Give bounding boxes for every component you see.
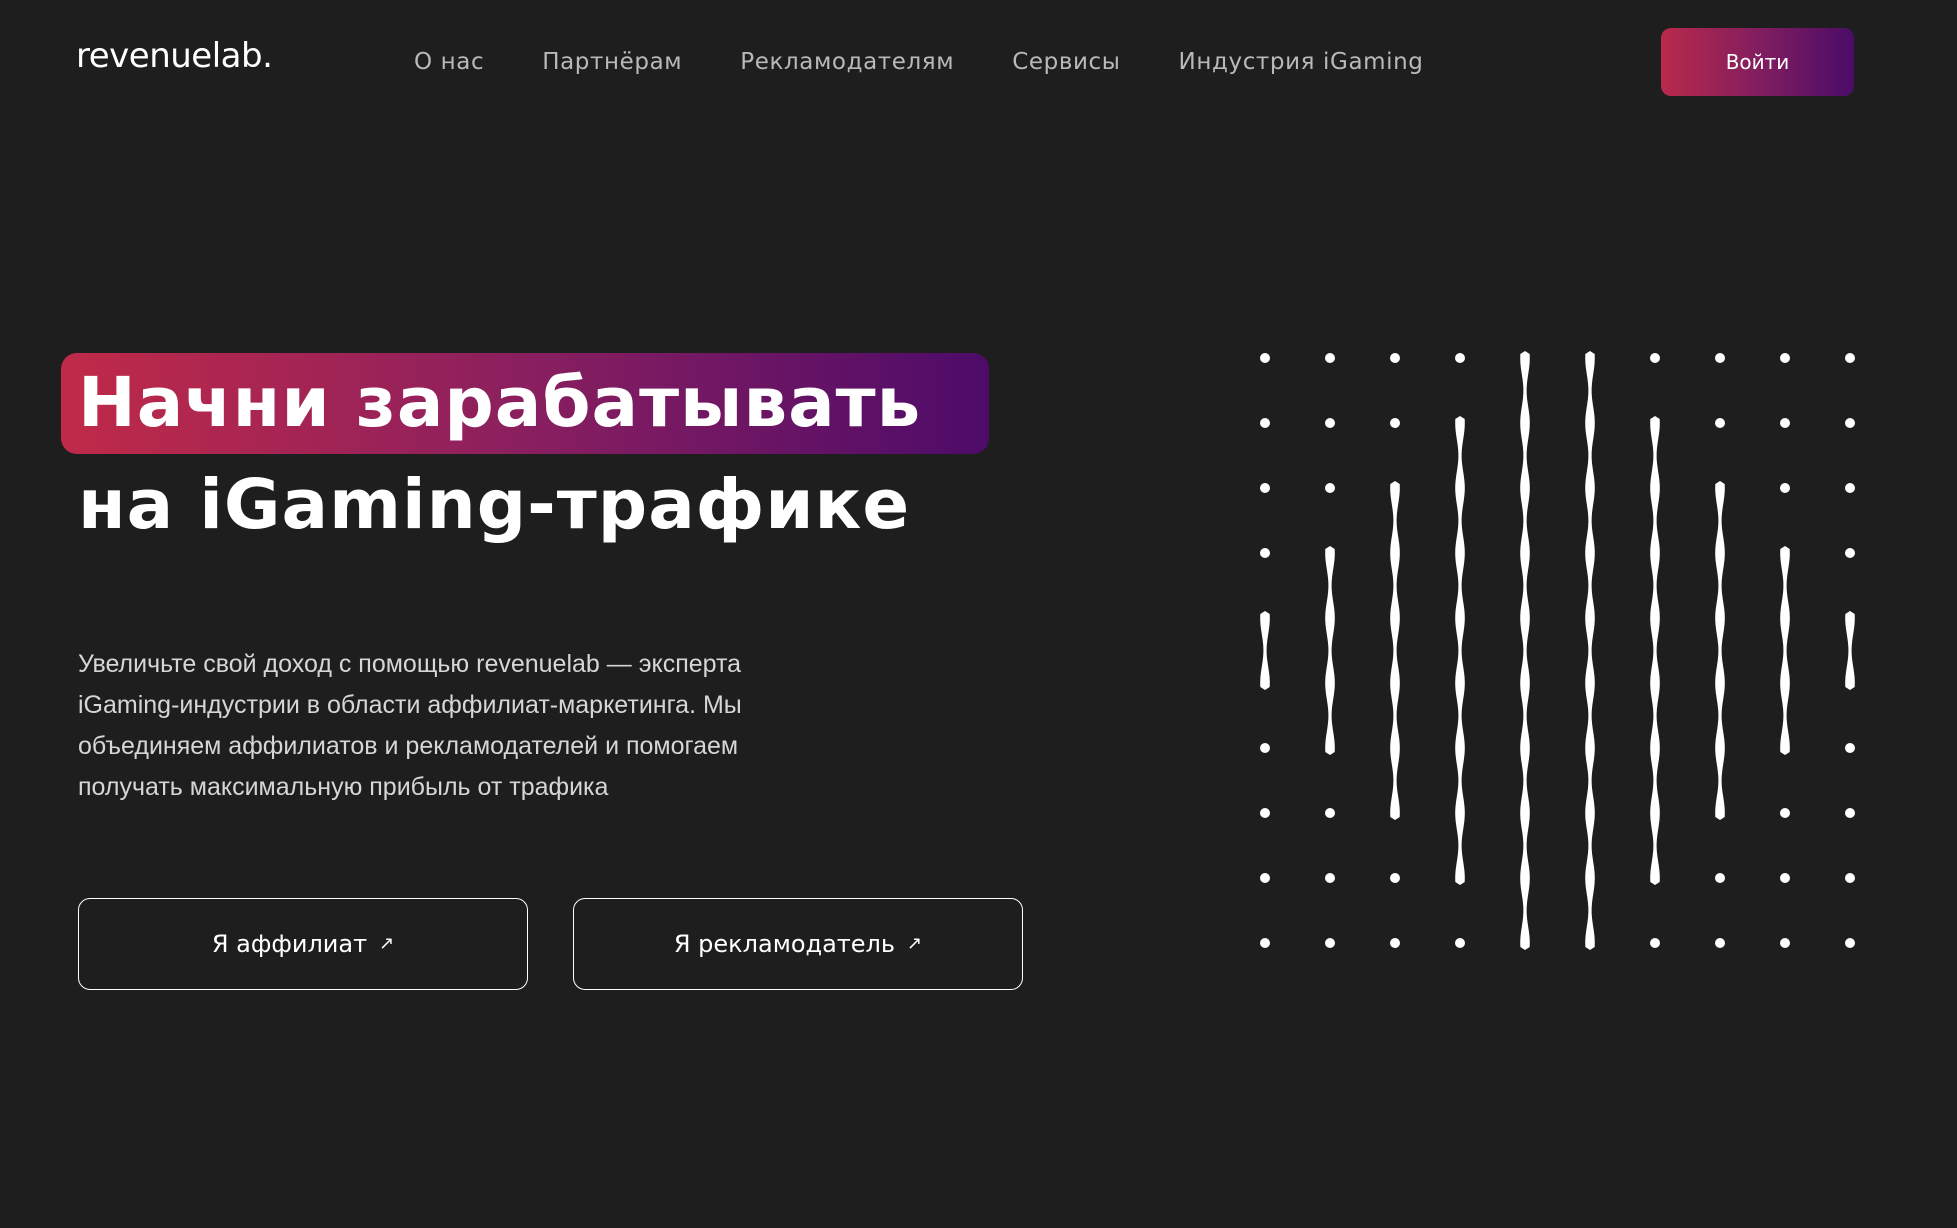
pattern-dot <box>1780 873 1790 883</box>
pattern-wave-line <box>1520 351 1530 950</box>
nav-item-about[interactable]: О нас <box>414 49 484 75</box>
logo[interactable]: revenuelab. <box>76 34 273 78</box>
pattern-dot <box>1390 418 1400 428</box>
pattern-wave-line <box>1845 611 1855 690</box>
decorative-dot-wave-pattern <box>1260 351 1855 950</box>
pattern-dot <box>1260 808 1270 818</box>
affiliate-button-label: Я аффилиат <box>211 930 368 958</box>
pattern-dot <box>1845 418 1855 428</box>
pattern-dot <box>1260 483 1270 493</box>
pattern-dot <box>1260 873 1270 883</box>
advertiser-button-label: Я рекламодатель <box>673 930 896 958</box>
pattern-dot <box>1780 808 1790 818</box>
pattern-wave-line <box>1455 416 1465 885</box>
pattern-dot <box>1455 938 1465 948</box>
pattern-dot <box>1780 353 1790 363</box>
pattern-dot <box>1325 808 1335 818</box>
pattern-dot <box>1845 743 1855 753</box>
pattern-dot <box>1780 483 1790 493</box>
pattern-dot <box>1390 873 1400 883</box>
pattern-dot <box>1260 743 1270 753</box>
pattern-wave-line <box>1650 416 1660 885</box>
pattern-dot <box>1390 353 1400 363</box>
pattern-dot <box>1325 483 1335 493</box>
nav-item-igaming-industry[interactable]: Индустрия iGaming <box>1179 49 1424 75</box>
nav-item-advertisers[interactable]: Рекламодателям <box>740 49 954 75</box>
pattern-wave-line <box>1390 481 1400 820</box>
pattern-wave-line <box>1260 611 1270 690</box>
nav-item-partners[interactable]: Партнёрам <box>542 49 682 75</box>
affiliate-button[interactable]: Я аффилиат ↗ <box>78 898 528 990</box>
arrow-up-right-icon: ↗ <box>907 933 923 954</box>
pattern-dot <box>1260 938 1270 948</box>
pattern-wave-line <box>1585 351 1595 950</box>
pattern-dot <box>1715 938 1725 948</box>
pattern-dot <box>1715 353 1725 363</box>
pattern-dot <box>1455 353 1465 363</box>
pattern-dot <box>1325 418 1335 428</box>
pattern-dot <box>1715 873 1725 883</box>
pattern-dot <box>1325 873 1335 883</box>
pattern-dot <box>1845 353 1855 363</box>
page: revenuelab. О нас Партнёрам Рекламодател… <box>0 0 1957 1228</box>
pattern-dot <box>1260 353 1270 363</box>
advertiser-button[interactable]: Я рекламодатель ↗ <box>573 898 1023 990</box>
hero-title-line-2: на iGaming-трафике <box>78 465 911 545</box>
pattern-dot <box>1260 418 1270 428</box>
pattern-dot <box>1390 938 1400 948</box>
pattern-dot <box>1845 548 1855 558</box>
hero-title-line-1: Начни зарабатывать <box>78 363 922 443</box>
main-nav: О нас Партнёрам Рекламодателям Сервисы И… <box>414 44 1482 80</box>
login-button[interactable]: Войти <box>1661 28 1854 96</box>
pattern-wave-line <box>1780 546 1790 755</box>
pattern-wave-line <box>1325 546 1335 755</box>
pattern-dot <box>1325 938 1335 948</box>
pattern-dot <box>1715 418 1725 428</box>
pattern-dot <box>1845 483 1855 493</box>
pattern-dot <box>1650 938 1660 948</box>
pattern-dot <box>1325 353 1335 363</box>
pattern-wave-line <box>1715 481 1725 820</box>
nav-item-services[interactable]: Сервисы <box>1012 49 1120 75</box>
hero-description: Увеличьте свой доход с помощью revenuela… <box>78 650 742 801</box>
pattern-dot <box>1650 353 1660 363</box>
pattern-dot <box>1780 938 1790 948</box>
pattern-dot <box>1845 938 1855 948</box>
pattern-dot <box>1780 418 1790 428</box>
pattern-dot <box>1845 808 1855 818</box>
arrow-up-right-icon: ↗ <box>379 933 395 954</box>
pattern-dot <box>1260 548 1270 558</box>
pattern-dot <box>1845 873 1855 883</box>
